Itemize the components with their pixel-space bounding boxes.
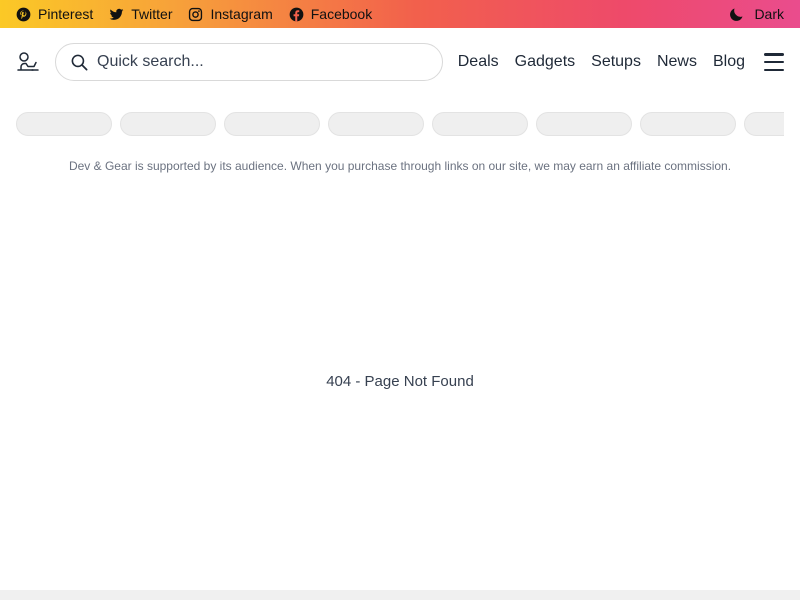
desk-logo-icon <box>17 52 39 71</box>
twitter-label: Twitter <box>131 6 173 22</box>
dark-mode-toggle[interactable]: Dark <box>728 6 784 23</box>
category-pill-skeleton <box>640 112 736 136</box>
moon-icon <box>730 7 743 21</box>
instagram-label: Instagram <box>210 6 273 22</box>
category-pill-skeleton <box>432 112 528 136</box>
facebook-link[interactable]: Facebook <box>289 6 372 22</box>
nav-news[interactable]: News <box>657 53 697 71</box>
hamburger-icon[interactable] <box>764 53 784 71</box>
site-logo[interactable] <box>16 50 40 74</box>
social-links: Pinterest Twitter Instagram Facebook <box>16 6 388 22</box>
footer-strip <box>0 590 800 600</box>
main-nav: Deals Gadgets Setups News Blog <box>458 53 784 71</box>
pinterest-link[interactable]: Pinterest <box>16 6 93 22</box>
instagram-icon <box>189 7 203 21</box>
search-input[interactable] <box>97 53 428 71</box>
search-icon <box>71 54 88 70</box>
category-pill-skeleton <box>224 112 320 136</box>
twitter-link[interactable]: Twitter <box>109 6 172 22</box>
pinterest-icon <box>16 7 31 21</box>
instagram-link[interactable]: Instagram <box>188 6 273 22</box>
quick-search-box[interactable] <box>55 43 443 81</box>
facebook-label: Facebook <box>310 6 373 22</box>
facebook-icon <box>289 7 304 21</box>
site-header: Deals Gadgets Setups News Blog <box>0 28 800 96</box>
nav-gadgets[interactable]: Gadgets <box>515 53 575 71</box>
category-pills-placeholder <box>16 112 784 136</box>
not-found-message: 404 - Page Not Found <box>326 373 474 390</box>
nav-setups[interactable]: Setups <box>591 53 641 71</box>
nav-blog[interactable]: Blog <box>713 53 745 71</box>
nav-deals[interactable]: Deals <box>458 53 499 71</box>
pinterest-label: Pinterest <box>38 6 94 22</box>
category-pill-skeleton <box>120 112 216 136</box>
dark-mode-label: Dark <box>754 6 784 22</box>
category-pill-skeleton <box>744 112 784 136</box>
category-pill-skeleton <box>536 112 632 136</box>
affiliate-disclaimer: Dev & Gear is supported by its audience.… <box>68 159 732 173</box>
category-pill-skeleton <box>16 112 112 136</box>
social-topbar: Pinterest Twitter Instagram Facebook Dar… <box>0 0 800 28</box>
twitter-icon <box>109 8 124 20</box>
category-pill-skeleton <box>328 112 424 136</box>
